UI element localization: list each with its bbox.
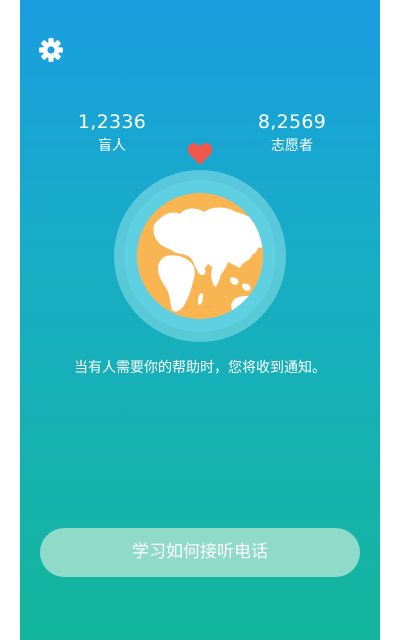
blind-label: 盲人 <box>98 138 126 154</box>
volunteer-stat: 8,2569 志愿者 <box>232 110 352 156</box>
heart-icon <box>187 143 213 165</box>
blind-count: 1,2336 <box>77 111 147 133</box>
volunteer-label: 志愿者 <box>271 138 313 154</box>
globe-icon <box>114 170 286 342</box>
globe-graphic <box>114 170 286 342</box>
blind-stat: 1,2336 盲人 <box>52 110 172 156</box>
notification-message: 当有人需要你的帮助时，您将收到通知。 <box>74 360 326 376</box>
settings-button[interactable] <box>38 37 64 63</box>
volunteer-count: 8,2569 <box>257 111 327 133</box>
gear-icon <box>39 38 63 62</box>
learn-answer-call-button[interactable]: 学习如何接听电话 <box>40 528 360 577</box>
app-screen: 1,2336 盲人 8,2569 志愿者 当有人需要你的帮助时，您将收到通知。 … <box>20 0 380 640</box>
